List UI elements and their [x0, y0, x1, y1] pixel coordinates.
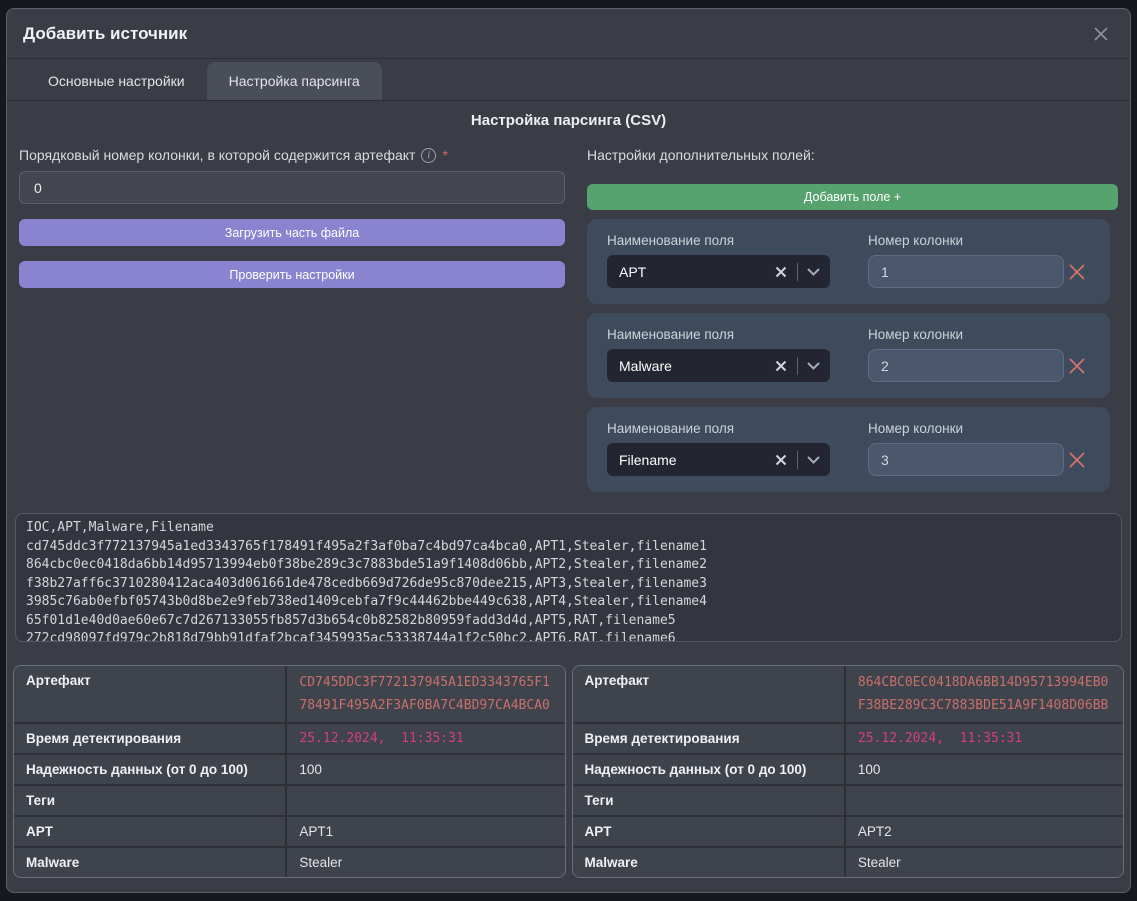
column-number-label: Номер колонки: [868, 421, 1064, 436]
delete-field-icon[interactable]: [1066, 443, 1088, 476]
row-label: Артефакт: [14, 666, 285, 722]
tab-main-settings[interactable]: Основные настройки: [26, 62, 207, 100]
preview-table: Артефакт CD745DDC3F772137945A1ED3343765F…: [13, 665, 566, 878]
field-name-label: Наименование поля: [607, 327, 830, 342]
tab-parsing-settings[interactable]: Настройка парсинга: [207, 62, 382, 100]
dialog-header: Добавить источник: [7, 9, 1130, 59]
row-label: APT: [14, 817, 285, 846]
field-card: Наименование поля APT Номер колонки: [587, 219, 1110, 304]
table-row: Время детектирования 25.12.2024, 11:35:3…: [573, 722, 1124, 753]
chevron-down-icon[interactable]: [807, 456, 820, 464]
field-name-select[interactable]: APT: [607, 255, 830, 288]
row-value: APT1: [285, 817, 564, 846]
row-value: [844, 786, 1123, 815]
table-row: APT APT1: [14, 815, 565, 846]
column-number-label: Номер колонки: [868, 327, 1064, 342]
row-label: Malware: [14, 848, 285, 877]
field-name-value: Filename: [619, 452, 774, 468]
dropdown-divider: [797, 451, 798, 469]
column-number-input[interactable]: [868, 443, 1064, 476]
row-value: 864CBC0EC0418DA6BB14D95713994EB0F38BE289…: [844, 666, 1123, 722]
row-value: 100: [285, 755, 564, 784]
table-row: Теги: [573, 784, 1124, 815]
table-row: Надежность данных (от 0 до 100) 100: [573, 753, 1124, 784]
content-columns: Порядковый номер колонки, в которой соде…: [7, 139, 1130, 501]
field-card: Наименование поля Malware Номер колонки: [587, 313, 1110, 398]
clear-icon[interactable]: [774, 265, 788, 279]
chevron-down-icon[interactable]: [807, 362, 820, 370]
row-label: Malware: [573, 848, 844, 877]
section-heading: Настройка парсинга (CSV): [7, 112, 1130, 129]
artifact-column-label-text: Порядковый номер колонки, в которой соде…: [19, 147, 415, 163]
tables-row: Артефакт CD745DDC3F772137945A1ED3343765F…: [7, 665, 1130, 878]
row-label: APT: [573, 817, 844, 846]
csv-preview-text: IOC,APT,Malware,Filename cd745ddc3f77213…: [26, 519, 1111, 642]
csv-preview[interactable]: IOC,APT,Malware,Filename cd745ddc3f77213…: [15, 513, 1122, 642]
artifact-column-label: Порядковый номер колонки, в которой соде…: [19, 147, 565, 163]
table-row: Время детектирования 25.12.2024, 11:35:3…: [14, 722, 565, 753]
table-row: Артефакт 864CBC0EC0418DA6BB14D95713994EB…: [573, 666, 1124, 722]
field-name-select[interactable]: Filename: [607, 443, 830, 476]
column-number-label: Номер колонки: [868, 233, 1064, 248]
delete-field-icon[interactable]: [1066, 255, 1088, 288]
field-name-select[interactable]: Malware: [607, 349, 830, 382]
check-settings-button[interactable]: Проверить настройки: [19, 261, 565, 288]
row-label: Время детектирования: [573, 724, 844, 753]
right-panel: Настройки дополнительных полей: Добавить…: [587, 147, 1118, 501]
field-list: Наименование поля APT Номер колонки: [587, 219, 1118, 492]
table-row: Теги: [14, 784, 565, 815]
row-value: CD745DDC3F772137945A1ED3343765F178491F49…: [285, 666, 564, 722]
row-label: Надежность данных (от 0 до 100): [573, 755, 844, 784]
artifact-column-input[interactable]: [19, 171, 565, 204]
row-label: Надежность данных (от 0 до 100): [14, 755, 285, 784]
row-label: Артефакт: [573, 666, 844, 722]
field-card: Наименование поля Filename Номер колонки: [587, 407, 1110, 492]
row-value: 25.12.2024, 11:35:31: [285, 724, 564, 753]
row-label: Время детектирования: [14, 724, 285, 753]
field-name-value: Malware: [619, 358, 774, 374]
dropdown-divider: [797, 263, 798, 281]
preview-table: Артефакт 864CBC0EC0418DA6BB14D95713994EB…: [572, 665, 1125, 878]
add-source-dialog: Добавить источник Основные настройки Нас…: [6, 8, 1131, 893]
row-value: 25.12.2024, 11:35:31: [844, 724, 1123, 753]
tab-bar: Основные настройки Настройка парсинга: [7, 62, 1130, 101]
row-label: Теги: [14, 786, 285, 815]
info-icon[interactable]: i: [421, 148, 436, 163]
field-name-label: Наименование поля: [607, 233, 830, 248]
row-label: Теги: [573, 786, 844, 815]
clear-icon[interactable]: [774, 359, 788, 373]
row-value: [285, 786, 564, 815]
row-value: Stealer: [844, 848, 1123, 877]
row-value: 100: [844, 755, 1123, 784]
clear-icon[interactable]: [774, 453, 788, 467]
table-row: APT APT2: [573, 815, 1124, 846]
load-file-part-button[interactable]: Загрузить часть файла: [19, 219, 565, 246]
table-row: Артефакт CD745DDC3F772137945A1ED3343765F…: [14, 666, 565, 722]
additional-fields-heading: Настройки дополнительных полей:: [587, 147, 1118, 163]
chevron-down-icon[interactable]: [807, 268, 820, 276]
column-number-input[interactable]: [868, 255, 1064, 288]
field-name-label: Наименование поля: [607, 421, 830, 436]
close-icon[interactable]: [1088, 21, 1114, 47]
delete-field-icon[interactable]: [1066, 349, 1088, 382]
left-panel: Порядковый номер колонки, в которой соде…: [19, 147, 565, 501]
table-row: Malware Stealer: [573, 846, 1124, 877]
field-name-value: APT: [619, 264, 774, 280]
required-asterisk: *: [442, 147, 447, 163]
table-row: Надежность данных (от 0 до 100) 100: [14, 753, 565, 784]
column-number-input[interactable]: [868, 349, 1064, 382]
dropdown-divider: [797, 357, 798, 375]
dialog-title: Добавить источник: [23, 24, 187, 44]
table-row: Malware Stealer: [14, 846, 565, 877]
row-value: Stealer: [285, 848, 564, 877]
row-value: APT2: [844, 817, 1123, 846]
add-field-button[interactable]: Добавить поле +: [587, 184, 1118, 210]
